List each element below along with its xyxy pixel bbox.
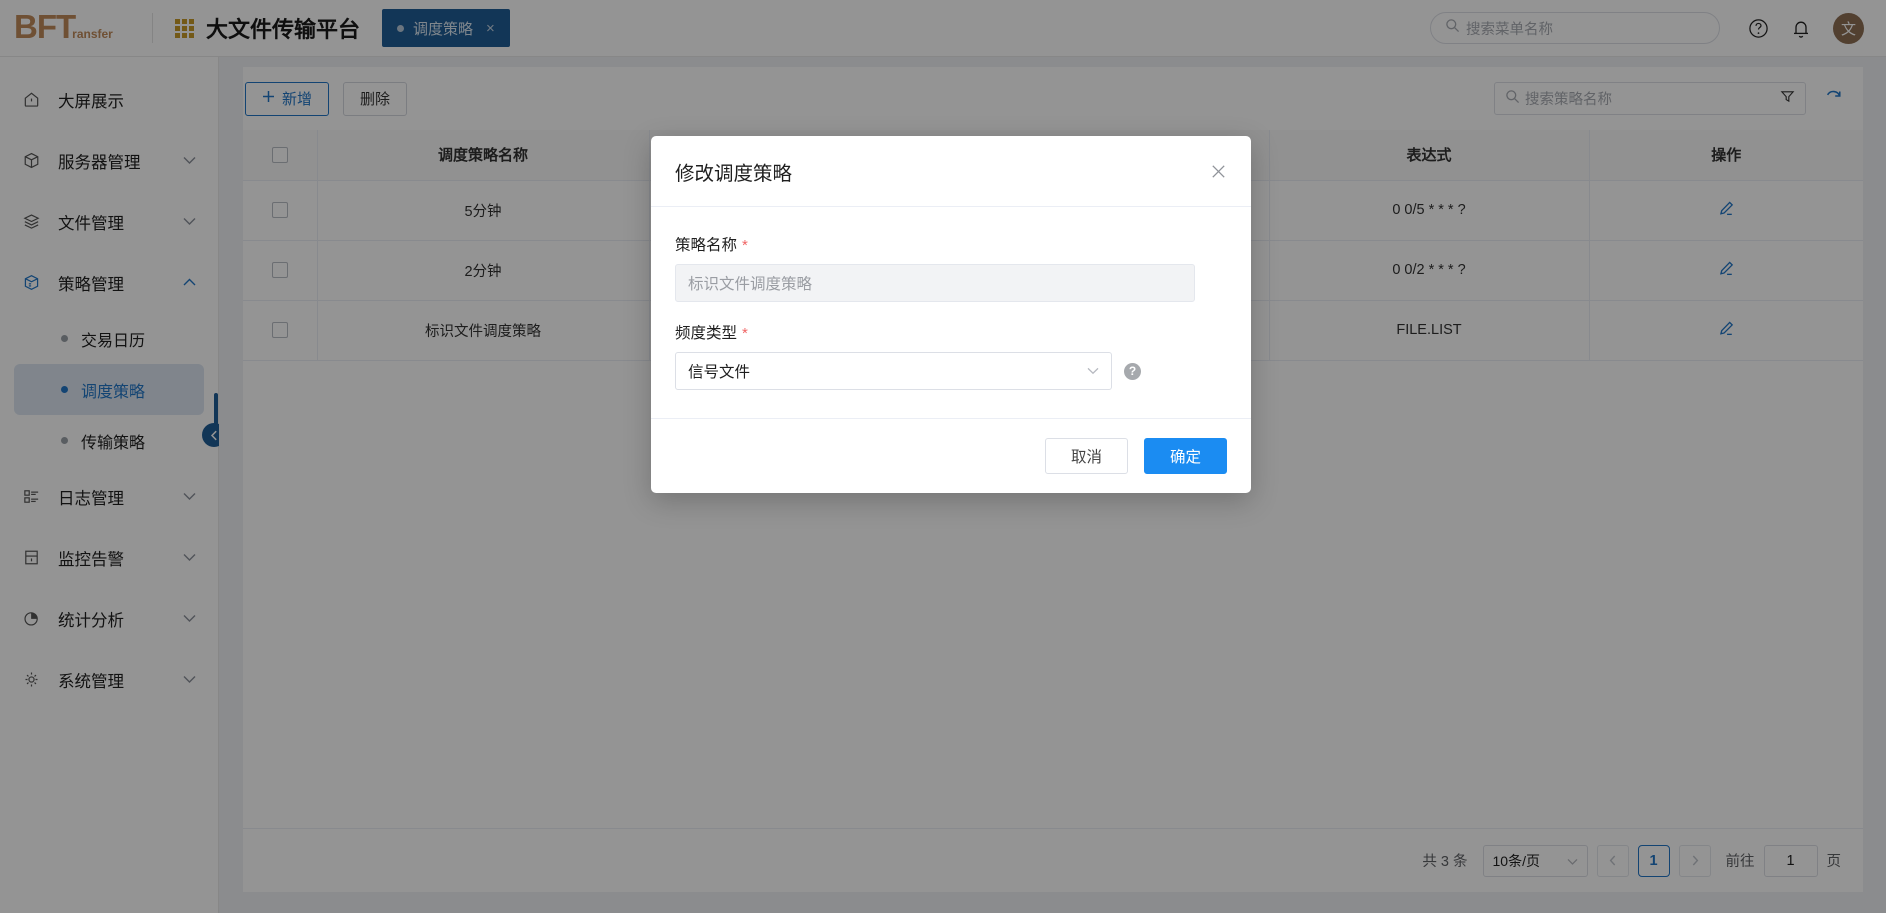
field-label-row: 策略名称 *	[675, 233, 1227, 255]
dialog-footer: 取消 确定	[651, 418, 1251, 493]
frequency-type-value: 信号文件	[688, 360, 750, 382]
cancel-button[interactable]: 取消	[1045, 438, 1128, 474]
question-mark-icon[interactable]: ?	[1124, 363, 1141, 380]
edit-schedule-policy-dialog: 修改调度策略 策略名称 * 标识文件调度策略 频度类型 *	[651, 136, 1251, 493]
dialog-body: 策略名称 * 标识文件调度策略 频度类型 * 信号文件	[651, 207, 1251, 418]
help-icon-text: ?	[1129, 364, 1136, 378]
frequency-select-row: 信号文件 ?	[675, 352, 1227, 390]
frequency-type-select[interactable]: 信号文件	[675, 352, 1112, 390]
required-asterisk: *	[742, 237, 748, 254]
close-icon[interactable]	[1207, 160, 1229, 182]
policy-name-value: 标识文件调度策略	[688, 272, 812, 294]
field-policy-name: 策略名称 * 标识文件调度策略	[675, 233, 1227, 302]
chevron-down-icon	[1087, 362, 1099, 380]
field-label: 策略名称	[675, 233, 737, 255]
field-frequency-type: 频度类型 * 信号文件 ?	[675, 321, 1227, 390]
dialog-header: 修改调度策略	[651, 136, 1251, 207]
app-root: BFT ransfer 大文件传输平台 调度策略 × 搜索菜单名称	[0, 0, 1886, 913]
field-label-row: 频度类型 *	[675, 321, 1227, 343]
confirm-button[interactable]: 确定	[1144, 438, 1227, 474]
policy-name-input: 标识文件调度策略	[675, 264, 1195, 302]
field-label: 频度类型	[675, 321, 737, 343]
dialog-title: 修改调度策略	[675, 157, 792, 186]
required-asterisk: *	[742, 325, 748, 342]
